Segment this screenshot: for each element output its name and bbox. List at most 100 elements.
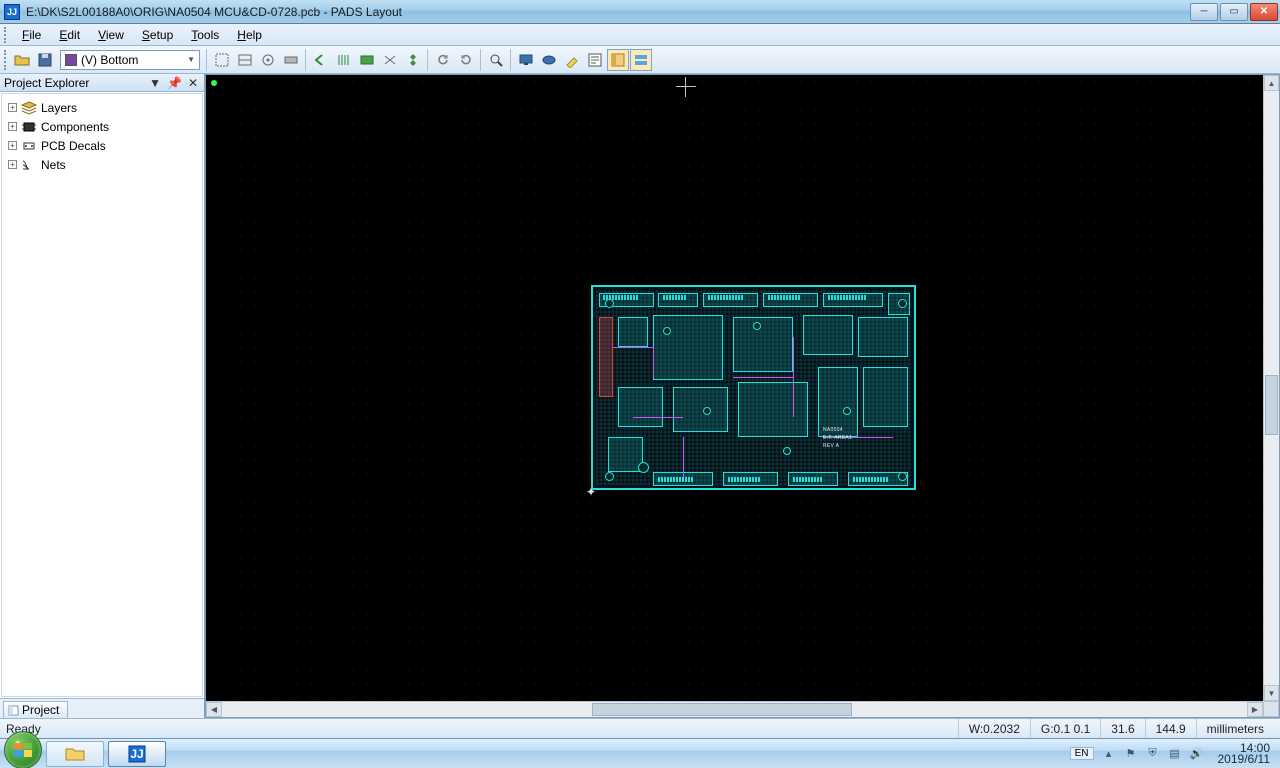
menu-file[interactable]: File <box>14 26 49 44</box>
scroll-down-icon[interactable]: ▼ <box>1264 685 1279 701</box>
expand-icon[interactable]: + <box>8 160 17 169</box>
layer-prefix: (V) <box>81 53 97 67</box>
output-button[interactable] <box>630 49 652 71</box>
tab-project[interactable]: Project <box>3 701 68 718</box>
tray-clock[interactable]: 14:00 2019/6/11 <box>1212 743 1271 765</box>
layer-name: Bottom <box>100 53 138 67</box>
pcb-board[interactable]: NA0504 E.T. AREA1 REV A <box>591 285 916 490</box>
tree-node-layers[interactable]: + Layers <box>4 98 200 117</box>
panel-dropdown-icon[interactable]: ▼ <box>147 76 163 90</box>
lang-indicator[interactable]: EN <box>1070 747 1094 760</box>
refresh-undo-button[interactable] <box>432 49 454 71</box>
flag-icon[interactable]: ⚑ <box>1124 747 1138 761</box>
tray-up-icon[interactable]: ▴ <box>1102 747 1116 761</box>
expand-icon[interactable]: + <box>8 122 17 131</box>
status-bar: Ready W:0.2032 G:0.1 0.1 31.6 144.9 mill… <box>0 718 1280 738</box>
layers-icon <box>21 101 37 115</box>
highlight-button[interactable] <box>561 49 583 71</box>
origin-marker-icon <box>211 80 217 86</box>
menu-help[interactable]: Help <box>229 26 270 44</box>
taskbar-item-pads[interactable]: JJ <box>108 741 166 767</box>
tree-node-components[interactable]: + Components <box>4 117 200 136</box>
menu-setup[interactable]: Setup <box>134 26 181 44</box>
expand-icon[interactable]: + <box>8 103 17 112</box>
status-units: millimeters <box>1196 719 1274 738</box>
volume-icon[interactable]: 🔊 <box>1190 747 1204 761</box>
design-canvas[interactable]: NA0504 E.T. AREA1 REV A ✦ <box>206 75 1263 701</box>
scroll-left-icon[interactable]: ◀ <box>206 702 222 717</box>
save-button[interactable] <box>34 49 56 71</box>
menu-grip[interactable] <box>4 27 8 43</box>
zoom-button[interactable] <box>485 49 507 71</box>
tree-node-decals[interactable]: + PCB Decals <box>4 136 200 155</box>
tree-label: Layers <box>41 101 77 115</box>
project-explorer-button[interactable] <box>607 49 629 71</box>
start-button[interactable] <box>4 731 42 768</box>
components-icon <box>21 120 37 134</box>
undo-button[interactable] <box>310 49 332 71</box>
layer-swatch-icon <box>65 54 77 66</box>
status-width: W:0.2032 <box>958 719 1030 738</box>
panel-pin-icon[interactable]: 📌 <box>165 76 184 90</box>
menu-view[interactable]: View <box>90 26 132 44</box>
board-outline-button[interactable] <box>211 49 233 71</box>
toolbar-grip[interactable] <box>4 50 8 70</box>
refresh-redo-button[interactable] <box>455 49 477 71</box>
open-button[interactable] <box>11 49 33 71</box>
vertical-scrollbar[interactable]: ▲ ▼ <box>1263 75 1279 701</box>
minimize-button[interactable]: ─ <box>1190 3 1218 21</box>
tree-node-nets[interactable]: + Nets <box>4 155 200 174</box>
origin-indicator-icon: ✦ <box>586 485 596 499</box>
tree-label: Components <box>41 120 109 134</box>
design-canvas-wrap: NA0504 E.T. AREA1 REV A ✦ ▲ ▼ ◀ ▶ <box>205 74 1280 718</box>
display-button[interactable] <box>515 49 537 71</box>
tree-label: PCB Decals <box>41 139 106 153</box>
tray-date: 2019/6/11 <box>1218 754 1271 765</box>
project-explorer-header: Project Explorer ▼ 📌 ✕ <box>0 74 204 92</box>
network-icon[interactable]: ▤ <box>1168 747 1182 761</box>
title-bar: JJ E:\DK\S2L00188A0\ORIG\NA0504 MCU&CD-0… <box>0 0 1280 24</box>
cycle-button[interactable] <box>379 49 401 71</box>
maximize-button[interactable]: ▭ <box>1220 3 1248 21</box>
autoroute-button[interactable] <box>333 49 355 71</box>
project-tree[interactable]: + Layers + Components + PCB Decals + Net… <box>1 93 203 697</box>
output-window-button[interactable] <box>584 49 606 71</box>
select-button[interactable] <box>538 49 560 71</box>
properties-button[interactable] <box>356 49 378 71</box>
close-button[interactable]: ✕ <box>1250 3 1278 21</box>
status-x: 31.6 <box>1100 719 1144 738</box>
tab-label: Project <box>22 703 59 717</box>
scroll-corner <box>1263 701 1279 717</box>
menu-edit[interactable]: Edit <box>51 26 88 44</box>
scroll-right-icon[interactable]: ▶ <box>1247 702 1263 717</box>
ecotools-button[interactable] <box>280 49 302 71</box>
scroll-up-icon[interactable]: ▲ <box>1264 75 1279 91</box>
app-icon: JJ <box>4 4 20 20</box>
toolbar: (V) Bottom ▼ <box>0 46 1280 74</box>
menu-tools[interactable]: Tools <box>183 26 227 44</box>
status-grid: G:0.1 0.1 <box>1030 719 1100 738</box>
taskbar-item-explorer[interactable] <box>46 741 104 767</box>
crosshair-cursor-icon <box>676 77 696 97</box>
design-toolbar-button[interactable] <box>234 49 256 71</box>
windows-taskbar: JJ EN ▴ ⚑ ⛨ ▤ 🔊 14:00 2019/6/11 <box>0 738 1280 768</box>
panel-close-icon[interactable]: ✕ <box>186 76 200 90</box>
window-title: E:\DK\S2L00188A0\ORIG\NA0504 MCU&CD-0728… <box>26 5 402 19</box>
horizontal-scrollbar[interactable]: ◀ ▶ <box>206 701 1263 717</box>
tree-label: Nets <box>41 158 66 172</box>
expand-icon[interactable]: + <box>8 141 17 150</box>
menu-bar: File Edit View Setup Tools Help <box>0 24 1280 46</box>
svg-text:JJ: JJ <box>130 747 143 761</box>
nets-icon <box>21 158 37 172</box>
drc-button[interactable] <box>402 49 424 71</box>
layer-selector[interactable]: (V) Bottom ▼ <box>60 50 200 70</box>
decals-icon <box>21 139 37 153</box>
hscroll-thumb[interactable] <box>592 703 852 716</box>
project-explorer-title: Project Explorer <box>4 76 89 90</box>
system-tray: EN ▴ ⚑ ⛨ ▤ 🔊 14:00 2019/6/11 <box>1070 743 1276 765</box>
shield-icon[interactable]: ⛨ <box>1146 747 1160 761</box>
explorer-tabs: Project <box>0 698 204 718</box>
project-explorer-panel: Project Explorer ▼ 📌 ✕ + Layers + Compon… <box>0 74 205 718</box>
dimension-button[interactable] <box>257 49 279 71</box>
vscroll-thumb[interactable] <box>1265 375 1278 435</box>
